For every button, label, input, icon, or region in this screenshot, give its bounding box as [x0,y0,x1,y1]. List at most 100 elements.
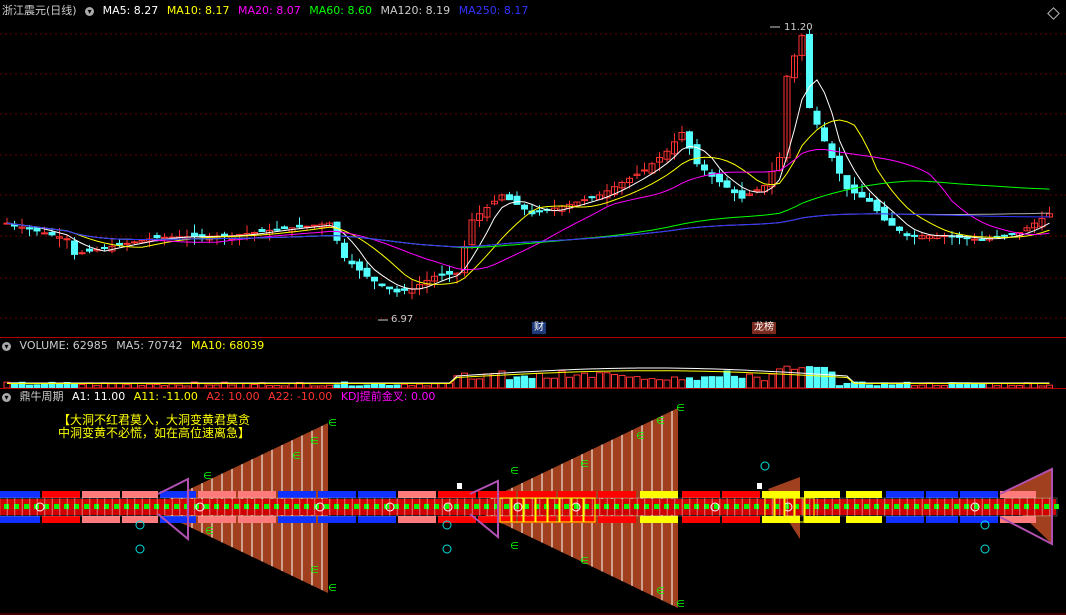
main-chart-pane[interactable]: 浙江震元(日线) ▾ MA5: 8.27 MA10: 8.17 MA20: 8.… [0,0,1066,337]
band-bottom [398,516,436,523]
band-bottom [238,516,276,523]
a2-value: A2: 10.00 [206,390,260,403]
candle-body [281,226,288,230]
kdj-value: KDJ提前金叉: 0.00 [340,390,436,403]
volume-bar [671,376,678,388]
cycle-dash [864,504,869,509]
volume-bar [783,365,791,388]
tick-marker [457,483,462,489]
band-top [42,491,80,498]
candle-body [78,252,86,255]
cycle-dash [234,504,239,509]
cycle-dash [324,504,329,509]
collapse-icon[interactable]: ▾ [2,392,11,402]
candle-body [363,267,371,277]
volume-bar [716,376,723,388]
candle-body [686,131,693,149]
band-bottom [42,516,80,523]
ma-line [6,119,1050,285]
band-bottom [960,516,998,523]
candle-body [273,228,281,231]
fan-end-marker: ∈ [292,451,301,462]
ma10-value: MA10: 8.17 [166,4,230,17]
finance-tag[interactable]: 财 [532,322,546,334]
candle-body [723,180,731,188]
candle-body [701,164,708,171]
cycle-dash [1014,504,1019,509]
volume-bar [603,372,611,388]
cycle-dash [964,504,969,509]
cycle-dash [244,504,249,509]
volume-bar [641,378,648,388]
candle-body [888,218,896,226]
candle-body [131,241,138,244]
cycle-dash [844,504,849,509]
candle-body [581,199,588,202]
band-top [82,491,120,498]
band-bottom [722,516,760,523]
candle-body [1008,233,1016,236]
candle-body [731,189,738,194]
volume-pane[interactable]: ▾ VOLUME: 62985 MA5: 70742 MA10: 68039 [0,338,1066,388]
candle-body [378,283,386,287]
cycle-dash [604,504,609,509]
candle-body [1001,234,1008,237]
volume-value: VOLUME: 62985 [19,339,108,352]
volume-bar [648,378,656,388]
signal-circle [135,544,145,554]
volume-ma5: MA5: 70742 [116,339,183,352]
cycle-dash [994,504,999,509]
band-top [640,491,678,498]
cycle-dash [84,504,89,509]
candle-body [588,196,596,199]
candle-body [521,204,528,210]
strategy-note: 【大洞不红君莫入，大洞变黄君莫贪 中洞变黄不必慌，如在高位速离急】 [58,414,250,440]
cycle-dash [624,504,629,509]
fan-end-marker: ∈ [205,526,214,537]
band-top [846,491,882,498]
candle-body [401,288,408,291]
cycle-dash [984,504,989,509]
cycle-dash [474,504,479,509]
cycle-dash [694,504,699,509]
cycle-dash [64,504,69,509]
volume-bar [821,366,828,388]
band-top [398,491,436,498]
band-bottom [682,516,720,523]
longhu-tag[interactable]: 龙榜 [752,322,776,334]
volume-bar [813,366,821,388]
signal-circle [760,461,770,471]
volume-bar [558,370,566,388]
candle-body [63,238,71,241]
volume-ma5-line [7,367,1050,384]
candle-body [356,261,363,271]
ma250-value: MA250: 8.17 [458,4,529,17]
candle-body [48,231,56,236]
cycle-dash [934,504,939,509]
collapse-icon[interactable]: ▾ [85,6,95,16]
volume-bar [693,379,701,388]
volume-bar [738,377,746,388]
band-top [160,491,196,498]
cycle-dash [1054,504,1059,509]
fan-end-marker: ∈ [580,459,589,470]
candlestick-chart[interactable] [0,0,1066,337]
cycle-dash [684,504,689,509]
candle-body [978,238,986,241]
cycle-dash [1024,504,1029,509]
cycle-dash [114,504,119,509]
cycle-dash [304,504,309,509]
band-top [238,491,276,498]
cycle-dash [874,504,879,509]
candle-body [911,234,918,237]
cycle-dash [654,504,659,509]
volume-bar [581,372,588,388]
candle-body [506,194,513,201]
cycle-dash [724,504,729,509]
volume-bar [656,379,663,388]
candle-body [963,237,971,240]
band-bottom [640,516,678,523]
band-top [762,491,800,498]
collapse-icon[interactable]: ▾ [2,341,11,351]
cycle-dash [924,504,929,509]
